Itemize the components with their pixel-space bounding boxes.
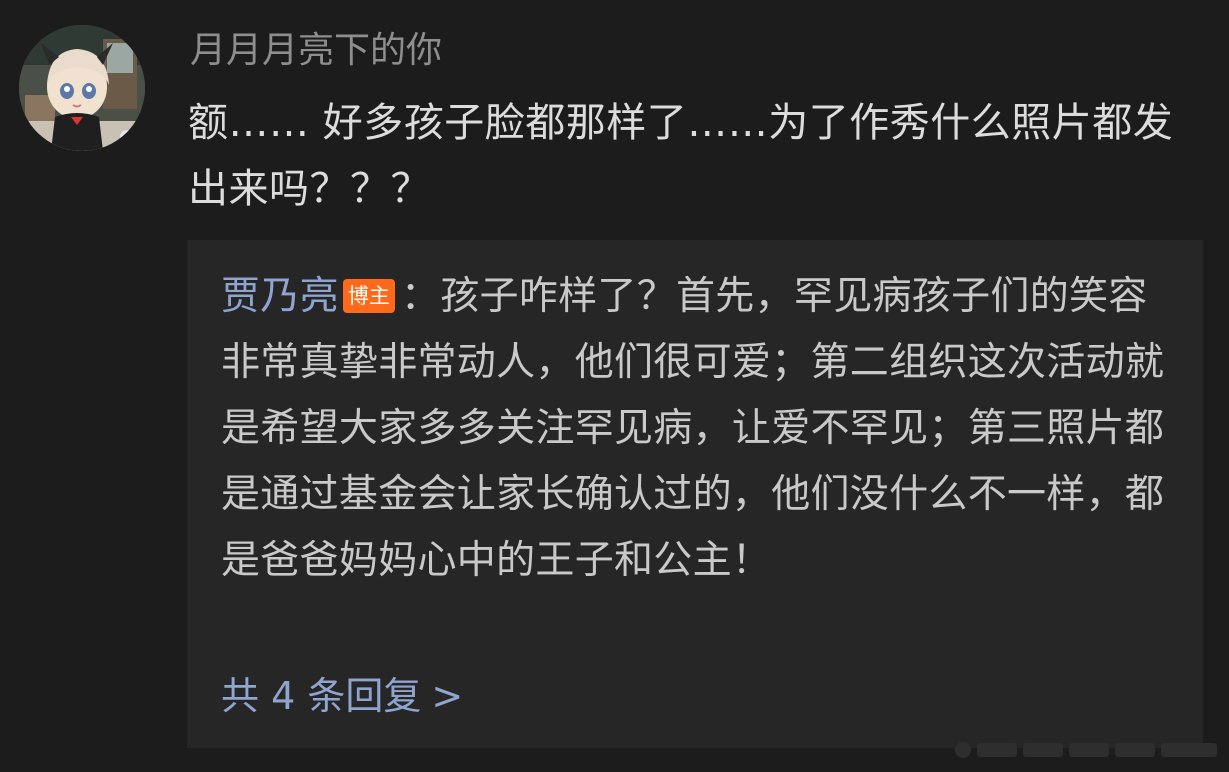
comment-text: 额…… 好多孩子脸都那样了……为了作秀什么照片都发出来吗？？？: [188, 100, 1174, 212]
reply-author[interactable]: 贾乃亮: [221, 274, 339, 319]
reply-content: 贾乃亮 博主 ：孩子咋样了？首先，罕见病孩子们的笑容非常真挚非常动人，他们很可爱；第…: [221, 264, 1186, 594]
reply-text: ：孩子咋样了？首先，罕见病孩子们的笑容非常真挚非常动人，他们很可爱；第二组织这次…: [221, 274, 1165, 583]
reply-preview[interactable]: 贾乃亮 博主 ：孩子咋样了？首先，罕见病孩子们的笑容非常真挚非常动人，他们很可爱；第…: [187, 240, 1203, 748]
comment-username[interactable]: 月月月亮下的你: [190, 26, 442, 76]
author-badge: 博主: [342, 279, 395, 313]
chevron-right-icon: >: [431, 674, 464, 718]
comment-item: 月月月亮下的你 额…… 好多孩子脸都那样了……为了作秀什么照片都发出来吗？？？ …: [0, 0, 1229, 772]
user-avatar[interactable]: [19, 25, 145, 151]
more-replies-label: 共 4 条回复: [221, 674, 422, 718]
watermark-icon: [955, 742, 1217, 758]
view-more-replies-link[interactable]: 共 4 条回复 >: [221, 670, 463, 722]
avatar-illustration: [19, 25, 145, 151]
